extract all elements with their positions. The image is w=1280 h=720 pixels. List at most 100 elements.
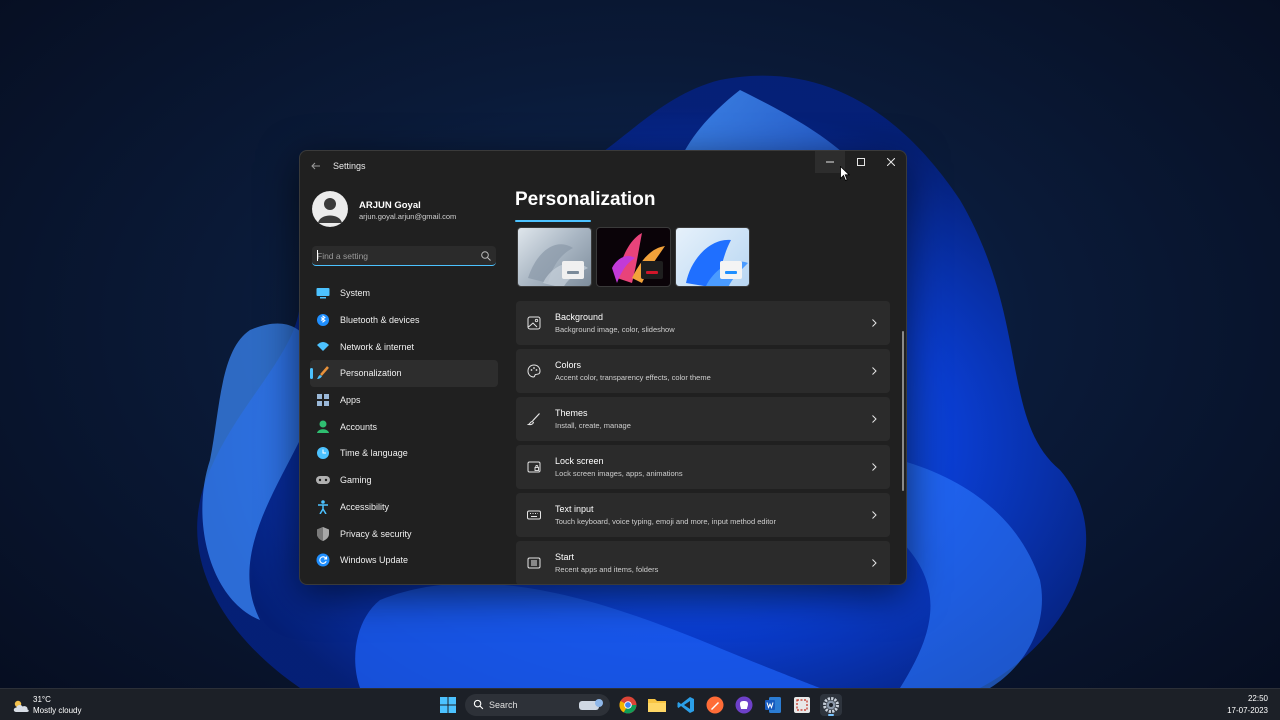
sidebar-item-time-language[interactable]: Time & language — [310, 440, 498, 467]
card-start[interactable]: Start Recent apps and items, folders — [516, 541, 890, 584]
brush-icon — [527, 413, 540, 426]
start-button[interactable] — [437, 694, 459, 716]
sidebar-item-label: Bluetooth & devices — [340, 315, 420, 326]
cloudy-weather-icon — [13, 700, 29, 712]
weather-widget[interactable]: 31°C Mostly cloudy — [12, 694, 112, 718]
card-subtitle: Background image, color, slideshow — [555, 325, 675, 334]
active-indicator — [310, 368, 313, 380]
settings-list: Background Background image, color, slid… — [516, 301, 890, 584]
theme-thumbnail-glow[interactable] — [596, 227, 671, 287]
search-input[interactable] — [317, 249, 467, 263]
card-text-input[interactable]: Text input Touch keyboard, voice typing,… — [516, 493, 890, 537]
windows-logo-icon — [440, 697, 456, 713]
update-icon — [316, 553, 330, 567]
card-subtitle: Lock screen images, apps, animations — [555, 469, 683, 478]
close-button[interactable] — [876, 151, 906, 173]
card-subtitle: Accent color, transparency effects, colo… — [555, 373, 711, 382]
card-themes[interactable]: Themes Install, create, manage — [516, 397, 890, 441]
apps-icon — [316, 393, 330, 407]
profile-email: arjun.goyal.arjun@gmail.com — [359, 212, 457, 221]
theme-gallery — [517, 227, 750, 287]
word-icon — [765, 697, 781, 713]
theme-thumbnail-bloom[interactable] — [675, 227, 750, 287]
sidebar-nav: System Bluetooth & devices Network & int… — [310, 280, 498, 574]
theme-swatch — [562, 261, 584, 279]
search-icon — [481, 251, 491, 261]
taskbar-app-github[interactable] — [733, 694, 755, 716]
card-lock-screen[interactable]: Lock screen Lock screen images, apps, an… — [516, 445, 890, 489]
taskbar-search[interactable]: Search — [465, 694, 610, 716]
snipping-icon — [794, 697, 810, 713]
theme-swatch — [641, 261, 663, 279]
taskbar: 31°C Mostly cloudy Search 22:50 17-07-20… — [0, 688, 1280, 720]
sidebar-item-bluetooth[interactable]: Bluetooth & devices — [310, 307, 498, 334]
settings-window: Settings ARJUN Goyal arjun.goyal.arjun@g… — [299, 150, 907, 585]
accent-bar — [646, 271, 658, 274]
sidebar-item-privacy[interactable]: Privacy & security — [310, 520, 498, 547]
accessibility-icon — [316, 500, 330, 514]
card-title: Themes — [555, 408, 588, 418]
brush-icon — [316, 366, 330, 380]
scrollbar[interactable] — [902, 331, 904, 491]
globe-clock-icon — [316, 446, 330, 460]
card-title: Colors — [555, 360, 582, 370]
sidebar-item-label: Personalization — [340, 368, 402, 379]
taskbar-app-snipping[interactable] — [791, 694, 813, 716]
clock-date: 17-07-2023 — [1227, 706, 1268, 715]
person-silhouette-icon — [312, 191, 348, 227]
app-title: Settings — [333, 161, 366, 171]
search-highlight-icon — [579, 699, 603, 710]
sidebar-item-windows-update[interactable]: Windows Update — [310, 547, 498, 574]
monitor-icon — [316, 286, 330, 300]
back-button[interactable] — [308, 159, 324, 175]
sidebar-item-label: Apps — [340, 395, 361, 406]
sidebar-item-personalization[interactable]: Personalization — [310, 360, 498, 387]
card-colors[interactable]: Colors Accent color, transparency effect… — [516, 349, 890, 393]
card-title: Text input — [555, 504, 594, 514]
taskbar-app-file-explorer[interactable] — [646, 694, 668, 716]
person-icon — [316, 420, 330, 434]
sidebar-item-label: Windows Update — [340, 555, 409, 566]
keyboard-icon — [527, 510, 541, 520]
sidebar-item-system[interactable]: System — [310, 280, 498, 307]
sidebar-item-accounts[interactable]: Accounts — [310, 413, 498, 440]
chevron-right-icon — [872, 511, 877, 519]
page-title: Personalization — [515, 189, 656, 210]
card-background[interactable]: Background Background image, color, slid… — [516, 301, 890, 345]
user-profile[interactable]: ARJUN Goyal arjun.goyal.arjun@gmail.com — [312, 189, 492, 233]
sidebar-item-label: Accounts — [340, 421, 378, 432]
running-indicator — [828, 714, 834, 716]
sidebar-item-label: System — [340, 288, 371, 299]
sidebar-item-label: Time & language — [340, 448, 408, 459]
taskbar-app-chrome[interactable] — [617, 694, 639, 716]
sidebar-item-label: Gaming — [340, 475, 372, 486]
minimize-icon — [826, 161, 834, 163]
file-explorer-icon — [648, 699, 666, 712]
weather-description: Mostly cloudy — [33, 706, 82, 715]
palette-icon — [527, 364, 541, 378]
theme-thumbnail-flow[interactable] — [517, 227, 592, 287]
wifi-icon — [316, 340, 330, 354]
system-clock[interactable]: 22:50 17-07-2023 — [1210, 694, 1268, 715]
taskbar-app-word[interactable] — [762, 694, 784, 716]
chevron-right-icon — [872, 319, 877, 327]
sidebar-item-label: Network & internet — [340, 341, 415, 352]
card-title: Start — [555, 552, 575, 562]
card-subtitle: Touch keyboard, voice typing, emoji and … — [555, 517, 776, 526]
sidebar-item-accessibility[interactable]: Accessibility — [310, 494, 498, 521]
taskbar-search-label: Search — [489, 700, 518, 710]
taskbar-app-settings[interactable] — [820, 694, 842, 716]
settings-search[interactable] — [312, 246, 496, 266]
title-bar[interactable]: Settings — [300, 151, 906, 183]
sidebar-item-gaming[interactable]: Gaming — [310, 467, 498, 494]
accent-bar — [567, 271, 579, 274]
bluetooth-icon — [316, 313, 330, 327]
sidebar-item-network[interactable]: Network & internet — [310, 333, 498, 360]
taskbar-app-postman[interactable] — [704, 694, 726, 716]
close-icon — [887, 158, 895, 166]
vscode-icon — [677, 697, 694, 713]
taskbar-app-vscode[interactable] — [675, 694, 697, 716]
maximize-button[interactable] — [846, 151, 876, 173]
card-title: Background — [555, 312, 604, 322]
sidebar-item-apps[interactable]: Apps — [310, 387, 498, 414]
